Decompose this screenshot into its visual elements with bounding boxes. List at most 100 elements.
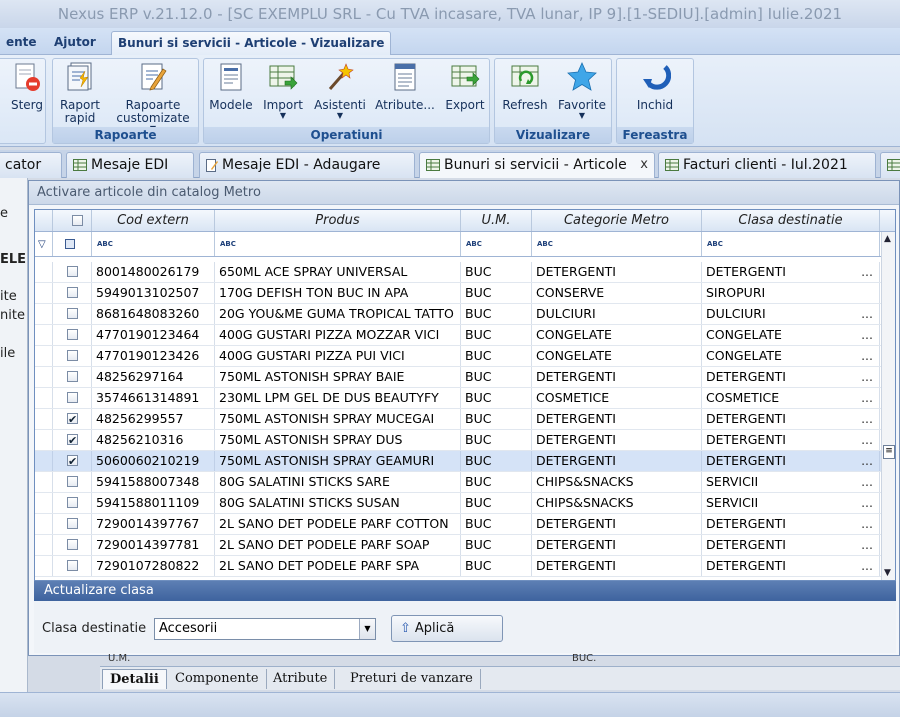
- cell-produs[interactable]: 2L SANO DET PODELE PARF COTTON: [215, 514, 461, 534]
- cell-cod[interactable]: 5949013102507: [92, 283, 215, 303]
- cell-clasa[interactable]: SIROPURI: [702, 283, 880, 303]
- cell-um[interactable]: BUC: [461, 262, 532, 282]
- ellipsis-button[interactable]: ...: [861, 556, 873, 576]
- cell-clasa[interactable]: DETERGENTI...: [702, 430, 880, 450]
- cell-categorie[interactable]: DETERGENTI: [532, 430, 702, 450]
- cell-um[interactable]: BUC: [461, 325, 532, 345]
- table-row[interactable]: 8001480026179 650ML ACE SPRAY UNIVERSAL BU…: [35, 262, 883, 283]
- cell-produs[interactable]: 80G SALATINI STICKS SUSAN: [215, 493, 461, 513]
- doc-tab-articole[interactable]: Bunuri si servicii - Articole x: [419, 152, 655, 178]
- cell-clasa[interactable]: DETERGENTI...: [702, 409, 880, 429]
- cell-cod[interactable]: 48256299557: [92, 409, 215, 429]
- doc-tab-cator[interactable]: cator: [0, 152, 62, 178]
- cell-um[interactable]: BUC: [461, 367, 532, 387]
- cell-cod[interactable]: 7290014397781: [92, 535, 215, 555]
- cell-cod[interactable]: 4770190123464: [92, 325, 215, 345]
- close-window-button[interactable]: Inchid: [627, 61, 683, 112]
- row-checkbox-cell[interactable]: [53, 283, 92, 303]
- import-button[interactable]: Import ▼: [260, 61, 306, 120]
- cell-clasa[interactable]: DETERGENTI...: [702, 535, 880, 555]
- cell-produs[interactable]: 80G SALATINI STICKS SARE: [215, 472, 461, 492]
- delete-button[interactable]: Sterg: [7, 61, 47, 112]
- cell-um[interactable]: BUC: [461, 430, 532, 450]
- cell-cod[interactable]: 8681648083260: [92, 304, 215, 324]
- cell-um[interactable]: BUC: [461, 472, 532, 492]
- filter-cod[interactable]: ABC: [92, 232, 215, 256]
- cell-cod[interactable]: 7290014397767: [92, 514, 215, 534]
- column-header-clasa[interactable]: Clasa destinatie: [702, 210, 880, 231]
- custom-reports-button[interactable]: Rapoarte customizate ▼: [111, 61, 195, 133]
- row-checkbox[interactable]: [67, 452, 78, 471]
- cell-categorie[interactable]: DETERGENTI: [532, 451, 702, 471]
- filter-produs[interactable]: ABC: [215, 232, 461, 256]
- row-checkbox[interactable]: [67, 329, 78, 340]
- cell-produs[interactable]: 750ML ASTONISH SPRAY GEAMURI: [215, 451, 461, 471]
- cell-cod[interactable]: 5941588007348: [92, 472, 215, 492]
- table-row[interactable]: 48256210316 750ML ASTONISH SPRAY DUS BUC DE…: [35, 430, 883, 451]
- cell-um[interactable]: BUC: [461, 388, 532, 408]
- table-row[interactable]: 7290014397781 2L SANO DET PODELE PARF SOA…: [35, 535, 883, 556]
- cell-clasa[interactable]: DULCIURI...: [702, 304, 880, 324]
- cell-clasa[interactable]: SERVICII...: [702, 472, 880, 492]
- menu-tab-partial[interactable]: ente: [0, 31, 43, 55]
- wizards-button[interactable]: Asistenti ▼: [312, 61, 368, 120]
- row-checkbox-cell[interactable]: [53, 388, 92, 408]
- menu-tab-articole[interactable]: Bunuri si servicii - Articole - Vizualiz…: [111, 31, 392, 55]
- cell-categorie[interactable]: DETERGENTI: [532, 514, 702, 534]
- row-checkbox-cell[interactable]: [53, 325, 92, 345]
- select-all-checkbox[interactable]: [71, 215, 83, 226]
- cell-um[interactable]: BUC: [461, 535, 532, 555]
- row-checkbox-cell[interactable]: [53, 451, 92, 471]
- ellipsis-button[interactable]: ...: [861, 409, 873, 429]
- cell-categorie[interactable]: CHIPS&SNACKS: [532, 493, 702, 513]
- row-checkbox-cell[interactable]: [53, 472, 92, 492]
- cell-um[interactable]: BUC: [461, 514, 532, 534]
- ellipsis-button[interactable]: ...: [861, 388, 873, 408]
- table-row[interactable]: 7290107280822 2L SANO DET PODELE PARF SPA…: [35, 556, 883, 577]
- column-header-um[interactable]: U.M.: [461, 210, 532, 231]
- doc-tab-more[interactable]: [880, 152, 900, 178]
- row-checkbox[interactable]: [67, 476, 78, 487]
- ellipsis-button[interactable]: ...: [861, 325, 873, 345]
- ellipsis-button[interactable]: ...: [861, 304, 873, 324]
- scroll-thumb[interactable]: ≡: [883, 445, 895, 459]
- cell-clasa[interactable]: CONGELATE...: [702, 325, 880, 345]
- cell-produs[interactable]: 230ML LPM GEL DE DUS BEAUTYFY: [215, 388, 461, 408]
- row-checkbox[interactable]: [67, 350, 78, 361]
- row-checkbox[interactable]: [67, 392, 78, 403]
- cell-categorie[interactable]: CONSERVE: [532, 283, 702, 303]
- cell-categorie[interactable]: DETERGENTI: [532, 556, 702, 576]
- cell-clasa[interactable]: DETERGENTI...: [702, 367, 880, 387]
- cell-produs[interactable]: 2L SANO DET PODELE PARF SPA: [215, 556, 461, 576]
- row-checkbox-cell[interactable]: [53, 346, 92, 366]
- row-checkbox-cell[interactable]: [53, 262, 92, 282]
- attributes-button[interactable]: Atribute...: [374, 61, 436, 112]
- cell-cod[interactable]: 48256297164: [92, 367, 215, 387]
- ellipsis-button[interactable]: ...: [861, 346, 873, 366]
- row-checkbox[interactable]: [67, 308, 78, 319]
- filter-checkbox-cell[interactable]: [53, 232, 92, 256]
- row-checkbox-cell[interactable]: [53, 430, 92, 450]
- cell-cod[interactable]: 5060060210219: [92, 451, 215, 471]
- cell-produs[interactable]: 170G DEFISH TON BUC IN APA: [215, 283, 461, 303]
- export-button[interactable]: Export: [442, 61, 488, 112]
- cell-categorie[interactable]: DETERGENTI: [532, 409, 702, 429]
- filter-icon[interactable]: ▽: [35, 232, 53, 256]
- menu-tab-ajutor[interactable]: Ajutor: [48, 31, 102, 55]
- row-checkbox[interactable]: [67, 287, 78, 298]
- tab-atribute[interactable]: Atribute: [266, 669, 336, 689]
- cell-um[interactable]: BUC: [461, 556, 532, 576]
- grid-scrollbar[interactable]: ▲ ≡ ▼: [881, 232, 895, 580]
- cell-clasa[interactable]: COSMETICE...: [702, 388, 880, 408]
- ellipsis-button[interactable]: ...: [861, 472, 873, 492]
- tab-componente[interactable]: Componente: [168, 669, 267, 689]
- cell-produs[interactable]: 400G GUSTARI PIZZA MOZZAR VICI: [215, 325, 461, 345]
- target-class-select[interactable]: Accesorii ▼: [154, 618, 376, 640]
- cell-categorie[interactable]: CONGELATE: [532, 325, 702, 345]
- tab-detalii[interactable]: Detalii: [102, 669, 167, 689]
- row-checkbox-cell[interactable]: [53, 367, 92, 387]
- doc-tab-mesaje-edi-adaugare[interactable]: Mesaje EDI - Adaugare: [199, 152, 415, 178]
- column-header-produs[interactable]: Produs: [215, 210, 461, 231]
- refresh-button[interactable]: Refresh: [499, 61, 551, 112]
- cell-um[interactable]: BUC: [461, 346, 532, 366]
